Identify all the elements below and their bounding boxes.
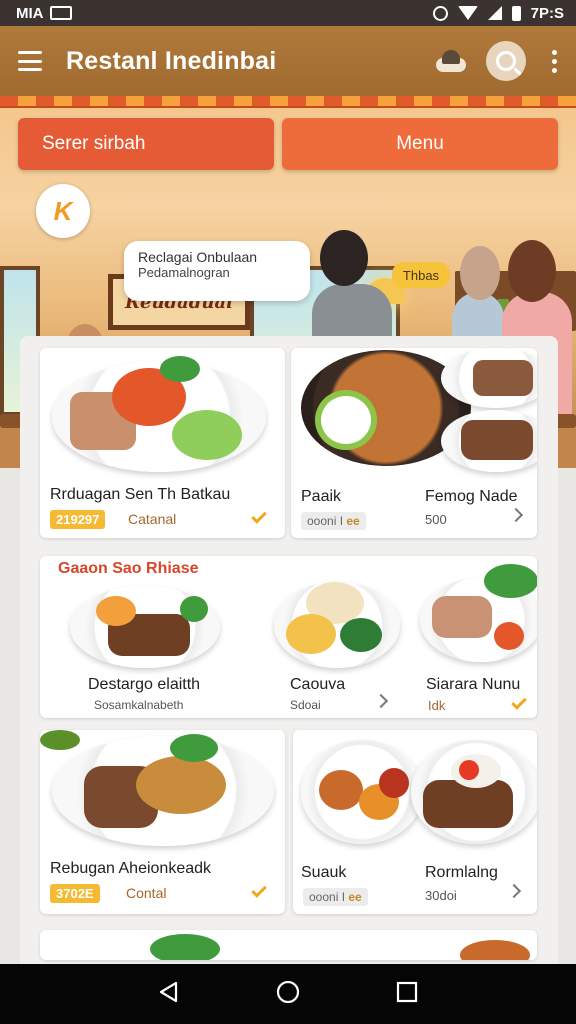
promo-card[interactable]: Reclagai Onbulaan Pedamalnogran xyxy=(124,241,310,301)
chip-text: oooni I xyxy=(309,890,346,904)
app-title: Restanl Inedinbai xyxy=(66,46,277,75)
card-title: Siarara Nunu xyxy=(426,676,521,693)
tab-serer-sirbah[interactable]: Serer sirbah xyxy=(18,118,274,170)
check-icon[interactable] xyxy=(251,882,267,898)
card-title: Destargo elaitth xyxy=(88,676,201,693)
menu-card-partial[interactable] xyxy=(40,930,537,960)
price-badge: 219297 xyxy=(50,510,106,529)
food-salad xyxy=(172,410,242,460)
food-greens xyxy=(340,618,382,652)
image-icon xyxy=(49,6,72,20)
tab-serer-sirbah-label: Serer sirbah xyxy=(42,133,146,154)
search-icon xyxy=(496,51,516,71)
card-subtitle: Contal xyxy=(126,885,167,901)
hero-tabs: Serer sirbah Menu xyxy=(18,118,558,170)
speech-bubble: Thbas xyxy=(392,262,450,288)
food-sauce xyxy=(494,622,524,650)
price-badge: 3702E xyxy=(50,884,100,903)
food-meat xyxy=(432,596,492,638)
card-subtitle: Sosamkalnabeth xyxy=(94,698,184,712)
home-icon[interactable] xyxy=(275,979,301,1010)
card-subtitle: Sdoai xyxy=(290,698,321,712)
battery-icon xyxy=(511,5,521,21)
food-noodles xyxy=(136,756,226,814)
menu-card[interactable]: Paaik Femog Nade oooni I ee 500 xyxy=(291,348,537,538)
chip-extra: ee xyxy=(346,514,360,528)
status-bar: MIA 7P:S xyxy=(0,0,576,26)
promo-line1: Reclagai Onbulaan xyxy=(138,249,258,265)
food-meat xyxy=(473,360,533,396)
food-greens xyxy=(180,596,208,622)
section-title: Gaaon Sao Rhiase xyxy=(58,560,199,577)
menu-icon[interactable] xyxy=(18,51,42,71)
card-title: Rebugan Aheionkeadk xyxy=(50,860,212,877)
profile-cloud-icon[interactable] xyxy=(432,48,468,74)
alarm-icon xyxy=(432,5,448,21)
chip: oooni I ee xyxy=(303,888,368,906)
card-subtitle: Idk xyxy=(428,698,446,713)
status-carrier: MIA xyxy=(16,4,44,22)
chip: oooni I ee xyxy=(301,512,366,530)
signal-icon xyxy=(487,6,502,20)
more-vert-icon[interactable] xyxy=(552,49,558,73)
recents-icon[interactable] xyxy=(395,980,419,1009)
promo-line2: Pedamalnogran xyxy=(138,265,230,280)
system-nav-bar xyxy=(0,964,576,1024)
awning-decoration xyxy=(0,96,576,108)
food-fries xyxy=(96,596,136,626)
person-head xyxy=(508,240,556,302)
card-title: Caouva xyxy=(290,676,346,693)
check-icon[interactable] xyxy=(511,694,527,710)
food-tomato xyxy=(459,760,479,780)
card-subtitle: Catanal xyxy=(128,511,177,527)
food-fried xyxy=(460,940,530,960)
section-card: Gaaon Sao Rhiase Destargo elaitth Sosamk… xyxy=(40,556,537,718)
food-rice xyxy=(321,396,371,444)
card-number: 500 xyxy=(425,512,447,527)
app-bar: Restanl Inedinbai xyxy=(0,26,576,96)
tab-menu[interactable]: Menu xyxy=(282,118,558,170)
chevron-right-icon[interactable] xyxy=(506,883,522,899)
menu-card[interactable]: Rebugan Aheionkeadk 3702E Contal xyxy=(40,730,285,914)
person-head xyxy=(460,246,500,300)
card-number: 30doi xyxy=(425,888,457,903)
food-greens xyxy=(170,734,218,762)
food-fries xyxy=(286,614,336,654)
card-title: Femog Nade xyxy=(425,488,518,505)
card-title: Paaik xyxy=(301,488,342,505)
menu-card[interactable]: Rrduagan Sen Th Batkau 219297 Catanal xyxy=(40,348,285,538)
person-head xyxy=(320,230,368,286)
tab-menu-label: Menu xyxy=(396,133,444,154)
chevron-right-icon[interactable] xyxy=(508,507,524,523)
chevron-right-icon[interactable] xyxy=(373,693,389,709)
food-greens xyxy=(150,934,220,960)
k-badge-icon[interactable]: K xyxy=(36,184,90,238)
menu-card[interactable]: Suauk Rormlalng oooni I ee 30doi xyxy=(293,730,537,914)
status-time: 7P:S xyxy=(530,4,564,22)
food-sauce xyxy=(379,768,409,798)
back-icon[interactable] xyxy=(157,980,181,1009)
food-greens xyxy=(484,564,537,598)
food-meat xyxy=(461,420,533,460)
chip-extra: ee xyxy=(348,890,362,904)
food-garnish xyxy=(40,730,80,750)
check-icon[interactable] xyxy=(251,508,267,524)
card-title: Rormlalng xyxy=(425,864,498,881)
food-fried xyxy=(319,770,363,810)
chip-text: oooni I xyxy=(307,514,344,528)
wifi-icon xyxy=(457,6,478,20)
food-greens xyxy=(160,356,200,382)
card-title: Rrduagan Sen Th Batkau xyxy=(50,486,231,503)
card-title: Suauk xyxy=(301,864,347,881)
search-button[interactable] xyxy=(486,41,526,81)
